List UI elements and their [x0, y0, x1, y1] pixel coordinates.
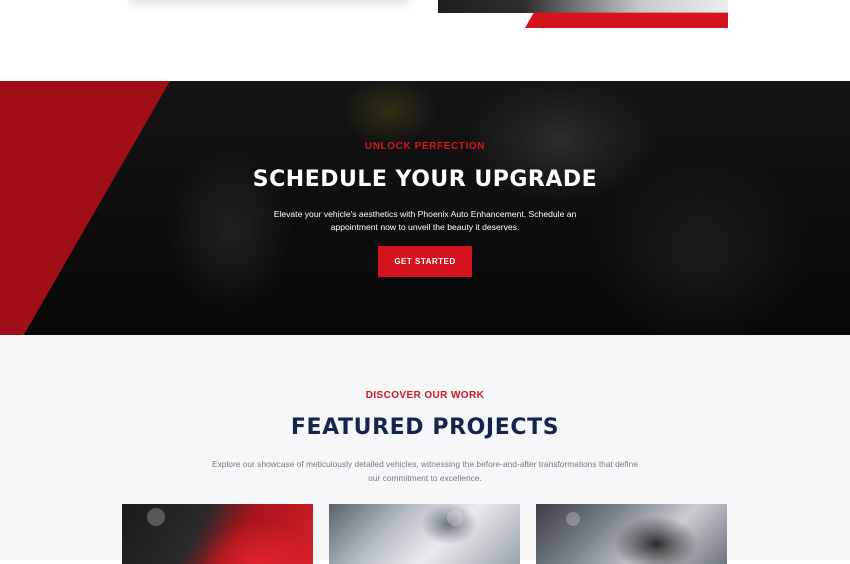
detailer-figure	[147, 508, 165, 526]
project-card-red-car[interactable]	[122, 504, 313, 564]
featured-projects-section: DISCOVER OUR WORK FEATURED PROJECTS Expl…	[0, 335, 850, 564]
get-started-button[interactable]: GET STARTED	[378, 246, 472, 277]
cta-title: SCHEDULE YOUR UPGRADE	[252, 167, 598, 192]
project-card-polishing[interactable]	[536, 504, 727, 564]
projects-eyebrow: DISCOVER OUR WORK	[365, 390, 485, 401]
previous-image-photo	[438, 0, 728, 13]
previous-section-image	[438, 0, 728, 28]
projects-description: Explore our showcase of meticulously det…	[212, 459, 638, 483]
project-card-interior[interactable]	[329, 504, 520, 564]
projects-title: FEATURED PROJECTS	[290, 415, 560, 440]
cta-description: Elevate your vehicle's aesthetics with P…	[273, 209, 577, 232]
cta-eyebrow: UNLOCK PERFECTION	[364, 141, 486, 152]
schedule-cta-section: UNLOCK PERFECTION SCHEDULE YOUR UPGRADE …	[0, 81, 850, 335]
previous-section-edge	[0, 0, 850, 81]
detailer-figure	[447, 510, 463, 526]
detailer-figure	[566, 512, 580, 526]
